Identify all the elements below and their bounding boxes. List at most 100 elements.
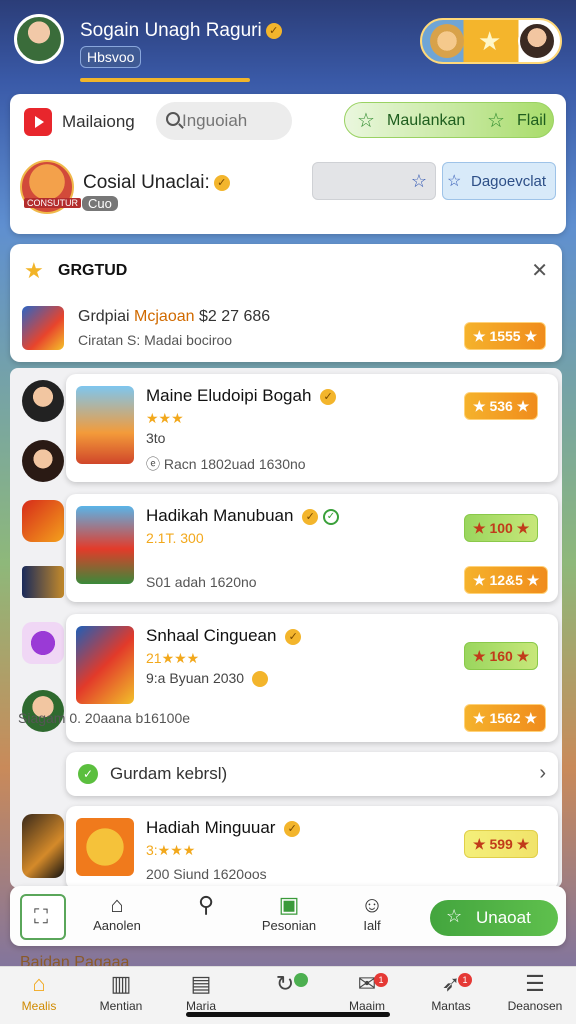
user-avatar[interactable] [14, 14, 64, 64]
notice-line2: Ciratan S: Madai bociroo [78, 332, 233, 348]
tab-rewards[interactable]: ➶ Mantas 1 [416, 971, 486, 1013]
item-badge[interactable]: ★ 536 ★ [464, 392, 539, 420]
home-icon: ⌂ [32, 971, 46, 996]
tab-notes[interactable]: ▤ Maria [166, 971, 236, 1013]
tab-label: Deanosen [507, 999, 563, 1013]
verified-icon: ✓ [320, 388, 337, 405]
home-action[interactable]: ⌂ Aanolen [84, 892, 150, 933]
chevron-right-icon: › [539, 762, 546, 784]
user-subtitle-pill: Hbsvoo [80, 46, 142, 68]
emoji-action[interactable]: ☺ Ialf [350, 892, 394, 933]
home-icon: ⌂ [110, 892, 124, 917]
search-icon [166, 112, 180, 126]
side-app-icon[interactable] [22, 814, 64, 878]
bottom-actions-bar: ⛶ ⌂ Aanolen ⚲ ▣ Pesonian ☺ Ialf ☆ Unaoat [10, 886, 566, 946]
person-action-label: Pesonian [261, 918, 317, 933]
refresh-icon: ↻ [275, 971, 295, 996]
favorite-button[interactable]: ☆ [312, 162, 436, 200]
item-thumbnail [76, 626, 134, 704]
dagoevclat-button[interactable]: ☆ Dagoevclat [442, 162, 556, 200]
item-badge-top[interactable]: ★ 100 ★ [464, 514, 539, 542]
coin-icon [251, 671, 268, 688]
item-title-text: Snhaal Cinguean [146, 626, 277, 645]
item-meta: S01 adah 1620no [146, 574, 257, 590]
side-app-icon[interactable] [22, 622, 64, 664]
item-badge-value: 599 [489, 836, 513, 852]
youtube-icon[interactable] [24, 108, 52, 136]
tab-label: Maaim [348, 999, 385, 1013]
list-item[interactable]: Maine Eludoipi Bogah ✓ ★★★ 3to ⓔ Racn 18… [66, 374, 558, 482]
book-icon: ▥ [110, 971, 132, 996]
item-meta: ⓔ Racn 1802uad 1630no [146, 456, 306, 472]
friends-pill[interactable]: ★ [420, 18, 562, 64]
list-item[interactable]: Hadikah Manubuan ✓ ✓ 2.1T. 300 S01 adah … [66, 494, 558, 602]
level-progress-bar [80, 78, 250, 82]
notice-title: GRGTUD [58, 262, 128, 279]
image-icon: ⛶ [34, 906, 48, 928]
item-badge[interactable]: ★ 12&5 ★ [464, 566, 549, 594]
side-avatar[interactable] [22, 380, 64, 422]
side-avatar[interactable] [22, 440, 64, 482]
item-title: Hadiah Minguuar ✓ [146, 818, 301, 838]
tab-label: Mentian [99, 999, 143, 1013]
search-icon: ⚲ [197, 892, 215, 917]
item-sub-text: 9:a Byuan 2030 [146, 670, 245, 686]
profile-chip: Cuo [82, 196, 118, 211]
side-app-icon[interactable] [22, 566, 64, 598]
cta-button[interactable]: ☆ Unaoat [430, 900, 558, 936]
tab-library[interactable]: ▥ Mentian [86, 971, 156, 1013]
notice-card: ★ GRGTUD ✕ Grdpiai Mcjaoan $2 27 686 Cir… [10, 244, 562, 362]
star-icon: ★ [478, 26, 502, 56]
item-thumbnail [76, 386, 134, 464]
chat-icon: ✉ [357, 971, 377, 996]
item-badge[interactable]: ★ 599 ★ [464, 830, 539, 858]
item-badge[interactable]: ★ 1562 ★ [464, 704, 547, 732]
friend-avatar-icon [518, 22, 556, 60]
item-thumbnail [76, 506, 134, 584]
notice-line1-highlight: Mcjaoan [134, 308, 195, 325]
menu-icon: ☰ [525, 971, 545, 996]
emoji-action-label: Ialf [363, 918, 381, 933]
maulankan-button[interactable]: ☆ Maulankan ☆ Flail [344, 102, 554, 138]
item-badge-top-value: 100 [489, 520, 513, 536]
notice-line1-suffix: $2 27 686 [198, 308, 271, 325]
top-bar: Sogain Unagh Raguri ✓ Hbsvoo ★ [0, 0, 576, 90]
expand-row[interactable]: ✓ Gurdam kebrsl) › [66, 752, 558, 796]
item-title-text: Hadiah Minguuar [146, 818, 276, 837]
item-title: Maine Eludoipi Bogah ✓ [146, 386, 337, 406]
star-outline-icon: ☆ [446, 906, 463, 926]
notice-line1: Grdpiai Mcjaoan $2 27 686 [78, 308, 270, 326]
tab-home[interactable]: ⌂ Mealis [4, 971, 74, 1013]
notification-badge: 1 [374, 973, 388, 987]
username-text: Sogain Unagh Raguri [80, 20, 262, 41]
item-badge-top[interactable]: ★ 160 ★ [464, 642, 539, 670]
item-meta: 200 Siund 1620oos [146, 866, 267, 882]
item-title: Snhaal Cinguean ✓ [146, 626, 302, 646]
item-meta: Siagam 0. 20aana b16100e [18, 710, 191, 726]
list-item[interactable]: Snhaal Cinguean ✓ 21★★★ 9:a Byuan 2030 S… [18, 614, 558, 742]
close-icon[interactable]: ✕ [531, 258, 548, 283]
item-stars: 3:★★★ [146, 842, 196, 858]
star-outline-icon: ☆ [487, 110, 505, 132]
notice-line1-prefix: Grdpiai [78, 308, 130, 325]
tab-label: Mealis [21, 999, 57, 1013]
search-label: Mailaiong [62, 112, 135, 131]
tab-messages[interactable]: ✉ Maaim 1 [332, 971, 402, 1013]
item-badge-value: 12&5 [489, 572, 523, 588]
notification-dot [294, 973, 308, 987]
friend-avatar-icon [430, 24, 464, 58]
tab-more[interactable]: ☰ Deanosen [500, 971, 570, 1013]
list-item[interactable]: Hadiah Minguuar ✓ 3:★★★ 200 Siund 1620oo… [66, 806, 558, 890]
tab-activity[interactable]: ↻ [250, 971, 320, 999]
notice-badge[interactable]: ★ 1555 ★ [464, 322, 547, 350]
search-action[interactable]: ⚲ [188, 892, 224, 918]
verified-icon: ✓ [213, 174, 230, 191]
item-badge-value: 1562 [489, 710, 521, 726]
side-app-icon[interactable] [22, 500, 64, 542]
person-action[interactable]: ▣ Pesonian [256, 892, 322, 933]
star-outline-icon: ☆ [410, 171, 427, 191]
notification-badge: 1 [458, 973, 472, 987]
smile-icon: ☺ [360, 892, 384, 917]
gallery-button[interactable]: ⛶ [20, 894, 66, 940]
expand-label: Gurdam kebrsl) [110, 764, 228, 783]
